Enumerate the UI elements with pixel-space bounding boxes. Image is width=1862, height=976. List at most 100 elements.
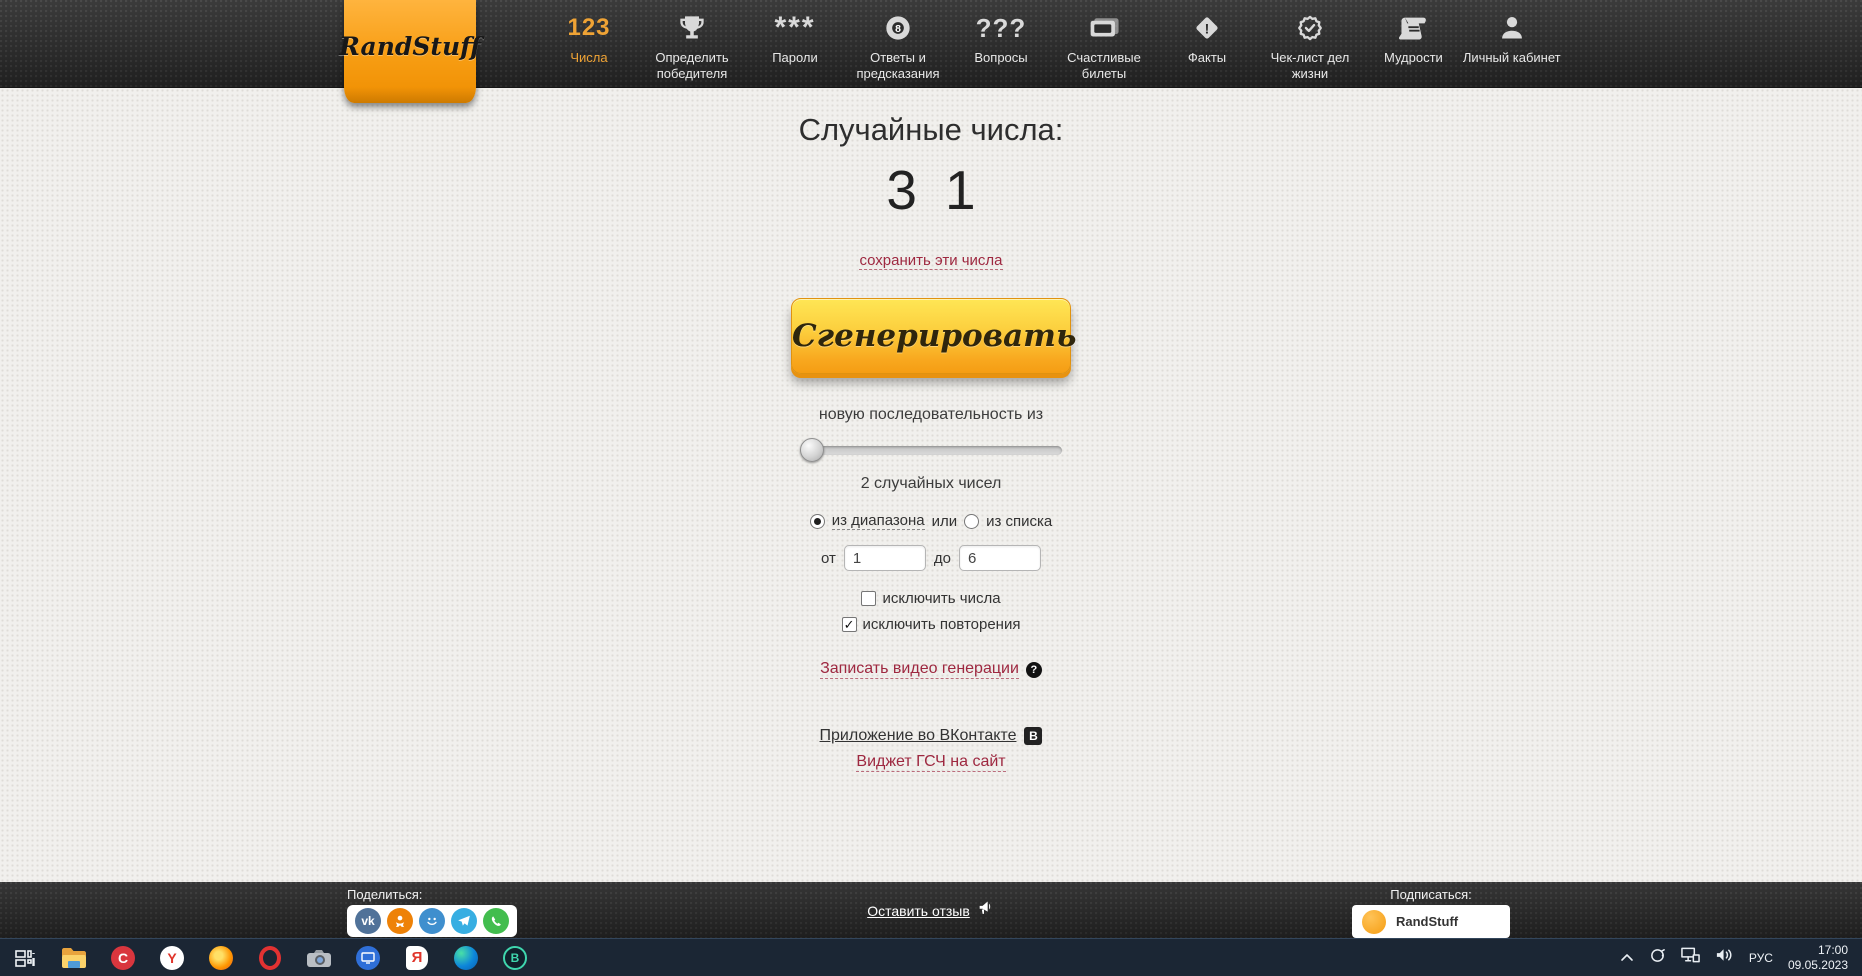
radio-from-range[interactable] <box>810 514 825 529</box>
tray-network-icon[interactable] <box>1681 947 1700 968</box>
exclude-numbers-row: исключить числа <box>861 590 1000 607</box>
question-marks-icon: ??? <box>976 10 1027 46</box>
exclude-repeats-row: ✓ исключить повторения <box>842 616 1021 633</box>
count-caption: 2 случайных чисел <box>861 475 1002 493</box>
nav-item-lucky-tickets[interactable]: Счастливые билеты <box>1050 10 1158 83</box>
nav-item-facts[interactable]: ! Факты <box>1178 10 1236 66</box>
nav-item-checklist[interactable]: Чек-лист дел жизни <box>1256 10 1364 83</box>
help-icon[interactable]: ? <box>1026 662 1042 678</box>
asterisks-icon: *** <box>774 10 815 46</box>
slider-knob[interactable] <box>800 438 824 462</box>
radio-from-list-label[interactable]: из списка <box>986 513 1052 530</box>
clock[interactable]: 17:00 09.05.2023 <box>1788 943 1848 973</box>
language-indicator[interactable]: РУС <box>1749 951 1773 965</box>
share-odnoklassniki-icon[interactable] <box>387 908 413 934</box>
tickets-icon <box>1087 10 1121 46</box>
nav-label: Числа <box>570 50 607 66</box>
share-telegram-icon[interactable] <box>451 908 477 934</box>
ccleaner-icon[interactable]: C <box>110 945 136 971</box>
site-header: RandStuff 123 Числа Определить победител… <box>0 0 1862 88</box>
sequence-caption: новую последовательность из <box>819 406 1043 424</box>
range-from-input[interactable] <box>844 545 926 571</box>
file-explorer-icon[interactable] <box>61 945 87 971</box>
trophy-icon <box>678 10 706 46</box>
subscribe-block: Подписаться: RandStuff <box>1352 887 1510 938</box>
nav-label: Факты <box>1188 50 1226 66</box>
tray-date: 09.05.2023 <box>1788 958 1848 973</box>
random-number-1: 3 <box>886 158 917 222</box>
randstuff-mini-logo-icon <box>1362 910 1386 934</box>
megaphone-icon <box>977 900 995 921</box>
vk-app-link[interactable]: Приложение во ВКонтакте <box>820 727 1017 745</box>
range-to-input[interactable] <box>959 545 1041 571</box>
exclude-numbers-checkbox[interactable] <box>861 591 876 606</box>
subscribe-button[interactable]: RandStuff <box>1352 905 1510 938</box>
exclude-numbers-label[interactable]: исключить числа <box>882 590 1000 607</box>
hidden-icons-chevron[interactable] <box>1620 949 1634 967</box>
system-tray: РУС 17:00 09.05.2023 <box>1620 943 1856 973</box>
vk-logo-icon[interactable]: В <box>1024 727 1042 745</box>
exclude-repeats-checkbox[interactable]: ✓ <box>842 617 857 632</box>
radio-from-list[interactable] <box>964 514 979 529</box>
fact-diamond-icon: ! <box>1193 10 1221 46</box>
tray-volume-icon[interactable] <box>1715 947 1734 968</box>
generate-button[interactable]: Сгенерировать <box>791 298 1071 374</box>
nav-label: Пароли <box>772 50 818 66</box>
page-title: Случайные числа: <box>799 112 1064 148</box>
share-vk-icon[interactable]: vk <box>355 908 381 934</box>
share-icons-box: vk <box>347 905 517 937</box>
exclude-repeats-label[interactable]: исключить повторения <box>863 616 1021 633</box>
from-label: от <box>821 550 836 567</box>
random-numbers: 3 1 <box>886 158 975 222</box>
nav-item-passwords[interactable]: *** Пароли <box>766 10 824 66</box>
subscribe-label: Подписаться: <box>1352 887 1510 902</box>
logo-text: RandStuff <box>339 32 481 61</box>
site-footer: Поделиться: vk Оставить отзыв Подписатьс… <box>0 882 1862 938</box>
nav-item-pick-winner[interactable]: Определить победителя <box>638 10 746 83</box>
nav-item-wisdom[interactable]: Мудрости <box>1384 10 1443 66</box>
screenshot-tool-icon[interactable] <box>306 945 332 971</box>
opera-icon[interactable] <box>257 945 283 971</box>
radio-from-range-label[interactable]: из диапазона <box>832 512 925 530</box>
yandex-browser-icon[interactable]: Y <box>159 945 185 971</box>
nav-label: Ответы и предсказания <box>844 50 952 83</box>
numbers-123-icon: 123 <box>567 10 610 46</box>
nav-item-account[interactable]: Личный кабинет <box>1463 10 1561 66</box>
firefox-icon[interactable] <box>208 945 234 971</box>
nav-item-numbers[interactable]: 123 Числа <box>560 10 618 66</box>
yandex-icon[interactable]: Я <box>404 945 430 971</box>
start-button[interactable] <box>12 945 38 971</box>
svg-text:!: ! <box>1205 20 1210 36</box>
subscribe-button-label: RandStuff <box>1396 914 1458 929</box>
save-numbers-link[interactable]: сохранить эти числа <box>859 252 1002 270</box>
svg-text:8: 8 <box>895 23 901 35</box>
taskbar-icons: C Y Я B <box>12 945 528 971</box>
feedback-link[interactable]: Оставить отзыв <box>867 903 970 919</box>
range-row: от до <box>821 545 1041 571</box>
site-logo[interactable]: RandStuff <box>344 0 476 103</box>
feedback-row: Оставить отзыв <box>867 900 995 921</box>
or-text: или <box>932 513 958 530</box>
slider-track[interactable] <box>800 446 1062 455</box>
remote-desktop-icon[interactable] <box>355 945 381 971</box>
nav-item-questions[interactable]: ??? Вопросы <box>972 10 1030 66</box>
magic-8ball-icon: 8 <box>884 10 912 46</box>
antivirus-shield-icon[interactable]: B <box>502 945 528 971</box>
widget-link[interactable]: Виджет ГСЧ на сайт <box>856 753 1005 772</box>
nav-label: Вопросы <box>974 50 1027 66</box>
count-slider[interactable] <box>800 438 1062 462</box>
nav-label: Определить победителя <box>638 50 746 83</box>
nav-label: Мудрости <box>1384 50 1443 66</box>
nav-label: Чек-лист дел жизни <box>1256 50 1364 83</box>
source-mode-row: из диапазона или из списка <box>810 512 1053 530</box>
tray-meet-now-icon[interactable] <box>1649 947 1666 969</box>
share-whatsapp-icon[interactable] <box>483 908 509 934</box>
share-block: Поделиться: vk <box>347 887 517 937</box>
scroll-icon <box>1398 10 1428 46</box>
edge-icon[interactable] <box>453 945 479 971</box>
person-icon <box>1498 10 1526 46</box>
share-moi-mir-icon[interactable] <box>419 908 445 934</box>
nav-item-answers[interactable]: 8 Ответы и предсказания <box>844 10 952 83</box>
video-row: Записать видео генерации ? <box>820 660 1042 679</box>
record-video-link[interactable]: Записать видео генерации <box>820 660 1019 679</box>
